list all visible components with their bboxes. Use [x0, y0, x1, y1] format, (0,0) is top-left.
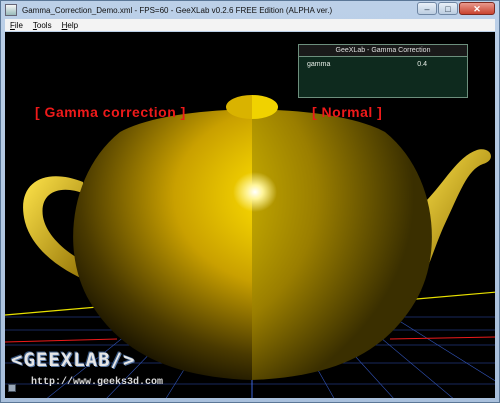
- minimize-button[interactable]: –: [417, 2, 437, 15]
- close-button[interactable]: ✕: [459, 2, 495, 15]
- geeks3d-url: http://www.geeks3d.com: [31, 377, 164, 388]
- geexlab-logo: <GEEXLAB/>: [11, 349, 136, 371]
- menu-bar: File Tools Help: [5, 19, 495, 31]
- panel-title[interactable]: GeeXLab - Gamma Correction: [299, 45, 467, 57]
- app-window: Gamma_Correction_Demo.xml - FPS=60 - Gee…: [0, 0, 500, 403]
- render-viewport[interactable]: [ Gamma correction ] [ Normal ] GeeXLab …: [5, 32, 495, 398]
- menu-file[interactable]: File: [5, 21, 28, 30]
- menu-tools[interactable]: Tools: [28, 21, 57, 30]
- gamma-param-row[interactable]: gamma 0.4: [299, 57, 467, 68]
- maximize-button[interactable]: □: [438, 2, 458, 15]
- gamma-panel: GeeXLab - Gamma Correction gamma 0.4: [298, 44, 468, 98]
- window-controls: – □ ✕: [416, 2, 495, 15]
- gamma-param-value: 0.4: [417, 61, 427, 68]
- gamma-param-name: gamma: [307, 61, 331, 68]
- status-icon: [8, 384, 16, 392]
- gamma-correction-label: [ Gamma correction ]: [35, 104, 186, 120]
- normal-label: [ Normal ]: [312, 104, 383, 120]
- menu-help[interactable]: Help: [57, 21, 83, 30]
- window-title: Gamma_Correction_Demo.xml - FPS=60 - Gee…: [22, 5, 333, 15]
- title-bar[interactable]: Gamma_Correction_Demo.xml - FPS=60 - Gee…: [1, 1, 499, 19]
- app-icon: [5, 4, 17, 16]
- specular-highlight: [233, 172, 277, 212]
